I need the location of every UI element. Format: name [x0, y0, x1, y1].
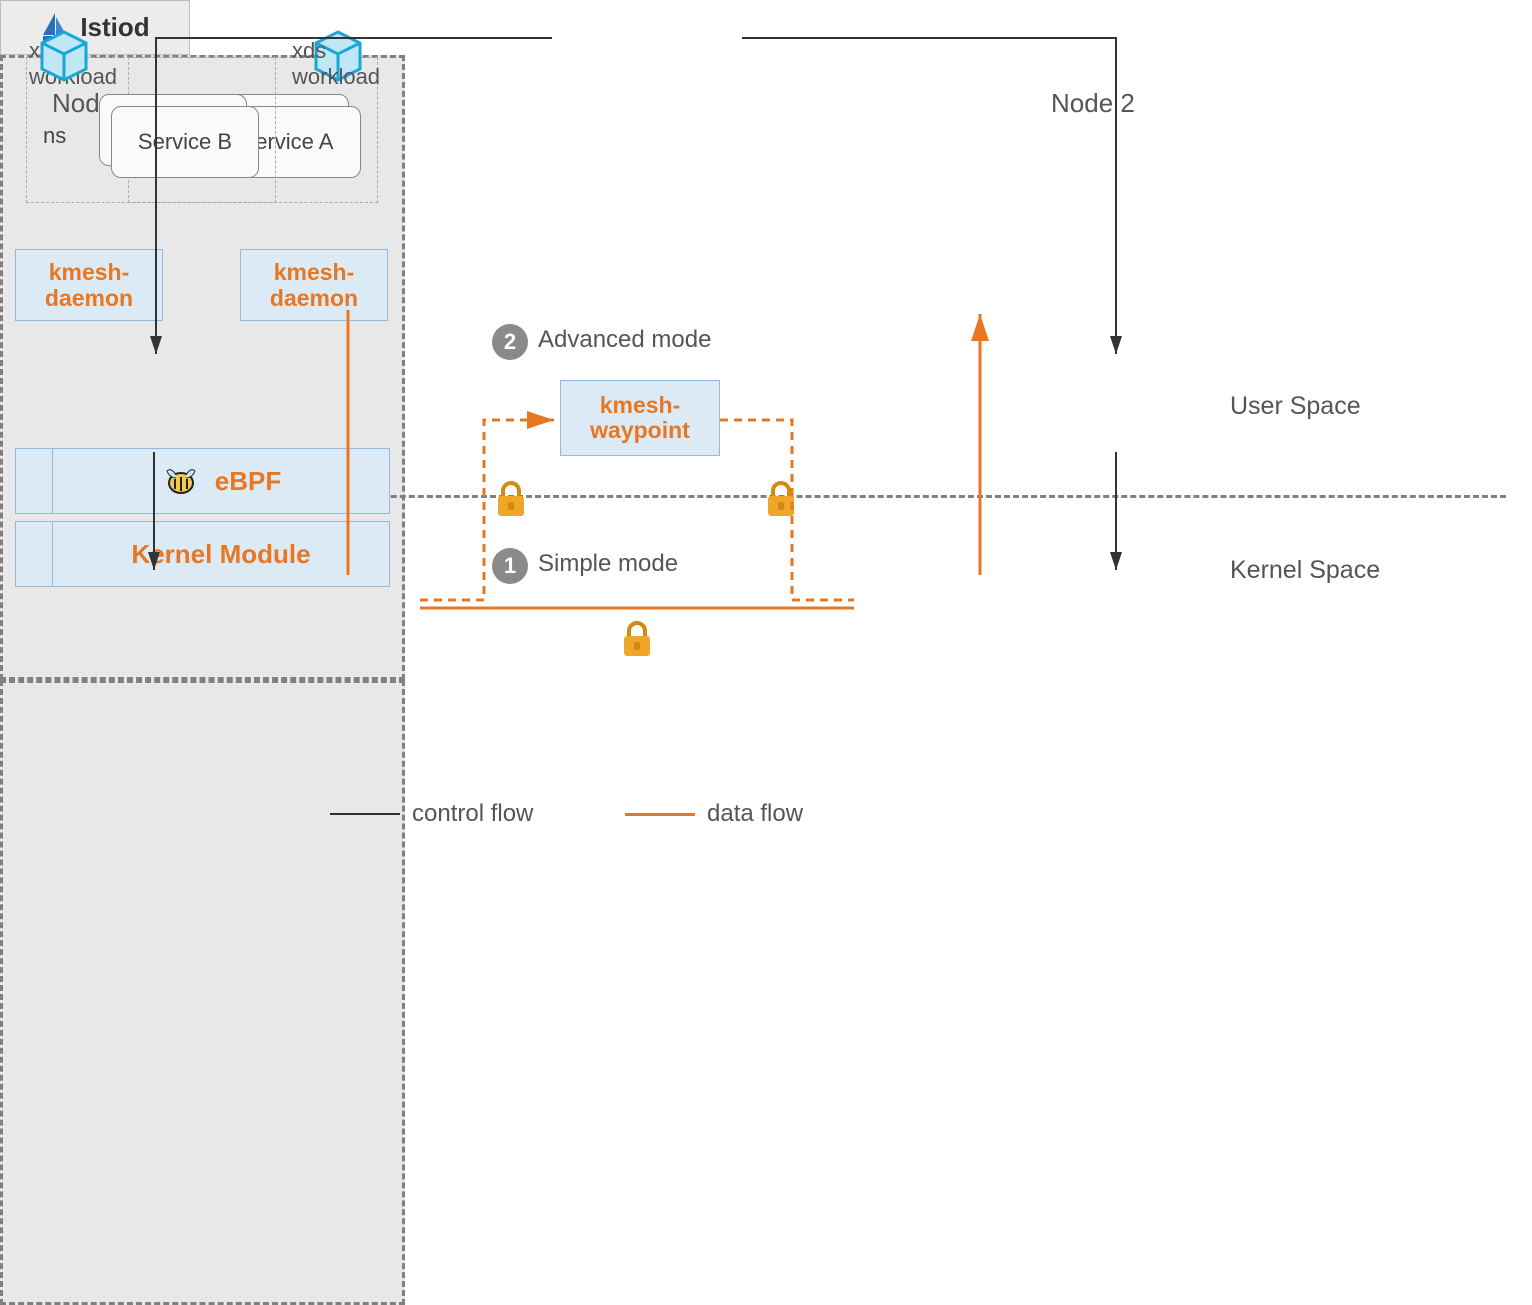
- kmesh-daemon-1: kmesh-daemon: [15, 249, 163, 321]
- cube-icon: [36, 28, 92, 84]
- bee-icon: [161, 461, 201, 501]
- legend-data-flow: data flow: [625, 800, 803, 828]
- ebpf-box-2: eBPF: [52, 448, 390, 514]
- circle-1: 1: [492, 548, 528, 584]
- kmesh-daemon-2: kmesh-daemon: [240, 249, 388, 321]
- user-space-label: User Space: [1230, 392, 1361, 421]
- legend-control-flow: control flow: [330, 800, 533, 828]
- circle-2: 2: [492, 324, 528, 360]
- simple-mode-label: Simple mode: [538, 550, 678, 578]
- kernel-space-label: Kernel Space: [1230, 556, 1380, 585]
- lock-icon: [620, 620, 654, 658]
- lock-icon: [494, 480, 528, 518]
- node2-label: Node 2: [1051, 88, 1135, 119]
- kernel-module-box-2: Kernel Module: [52, 521, 390, 587]
- node2-box: xdsworkload ns Service B kmesh-daemon: [0, 680, 405, 1305]
- service-b-card: Service B: [111, 106, 259, 178]
- advanced-mode-label: Advanced mode: [538, 326, 711, 354]
- ebpf-label-2: eBPF: [215, 466, 281, 497]
- ns-label-2: ns: [43, 123, 66, 149]
- km-label-2: Kernel Module: [131, 539, 310, 570]
- kmesh-waypoint: kmesh-waypoint: [560, 380, 720, 456]
- lock-icon: [764, 480, 798, 518]
- service-b-stack: Service B: [99, 94, 259, 179]
- diagram-canvas: Istiod Node 1 Node 2 User Space Kernel S…: [0, 0, 1532, 875]
- xds-label-2: xdsworkload: [292, 38, 380, 91]
